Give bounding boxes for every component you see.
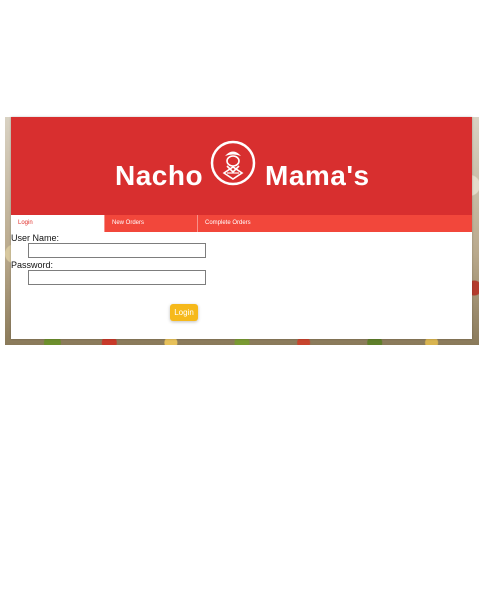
page: Nacho Mama's Login New Orders Complete O… [0,0,488,602]
username-label: User Name: [11,233,60,243]
login-button[interactable]: Login [170,304,198,321]
brand-name-right: Mama's [265,160,370,191]
username-input[interactable] [28,243,206,258]
password-label: Password: [11,260,54,270]
app-card: Nacho Mama's Login New Orders Complete O… [11,117,472,339]
tab-complete-orders[interactable]: Complete Orders [197,215,297,232]
chef-logo-icon [210,140,256,186]
brand-name-left: Nacho [115,160,204,191]
password-input[interactable] [28,270,206,285]
tab-new-orders[interactable]: New Orders [104,215,197,232]
tab-login[interactable]: Login [11,215,104,232]
header-banner: Nacho Mama's [11,117,472,215]
tab-bar: Login New Orders Complete Orders [11,215,472,232]
